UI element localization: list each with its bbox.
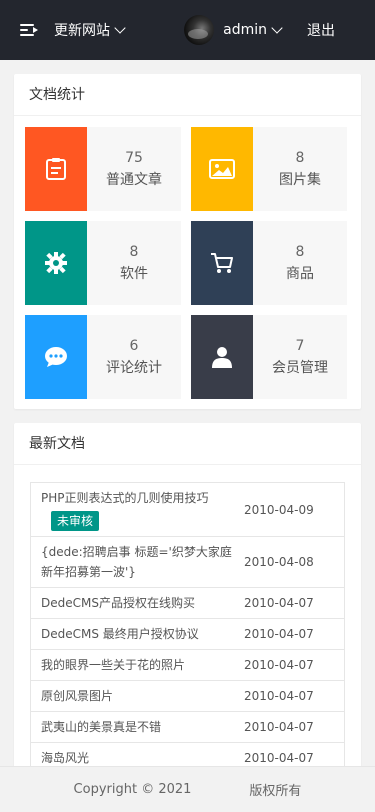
- table-row[interactable]: 我的眼界一些关于花的照片 2010-04-07: [31, 650, 344, 681]
- logout-link[interactable]: 退出: [307, 20, 335, 40]
- site-update-label: 更新网站: [54, 23, 110, 39]
- doc-date: 2010-04-08: [244, 555, 314, 569]
- doc-title-text: 海岛风光: [41, 751, 90, 765]
- doc-title-text: DedeCMS产品授权在线购买: [41, 596, 195, 610]
- table-row[interactable]: DedeCMS产品授权在线购买 2010-04-07: [31, 588, 344, 619]
- stat-count: 75: [125, 150, 143, 166]
- stat-label: 会员管理: [272, 360, 328, 376]
- doc-date: 2010-04-09: [244, 502, 314, 517]
- doc-title-text: DedeCMS 最终用户授权协议: [41, 627, 199, 641]
- username: admin: [223, 22, 267, 38]
- stat-count: 8: [295, 150, 305, 166]
- table-row[interactable]: {dede:招聘启事 标题='织梦大家庭新年招募第一波'} 2010-04-08: [31, 537, 344, 588]
- stats-grid: 75 普通文章 8 图片集 8 软件 8 商品 6 评论统计 7 会员管理: [14, 116, 361, 409]
- doc-title[interactable]: 原创风景图片: [31, 681, 240, 711]
- stat-label: 商品: [286, 266, 314, 282]
- stat-count: 8: [129, 244, 139, 260]
- gear-icon: [25, 221, 87, 305]
- top-header: 更新网站 admin 退出: [0, 0, 375, 60]
- doc-title-text: 武夷山的美景真是不错: [41, 720, 162, 734]
- stat-tile[interactable]: 8 软件: [25, 221, 181, 305]
- doc-title[interactable]: DedeCMS产品授权在线购买: [31, 588, 240, 618]
- table-row[interactable]: DedeCMS 最终用户授权协议 2010-04-07: [31, 619, 344, 650]
- footer: Copyright © 2021 版权所有: [0, 766, 375, 812]
- stat-tile[interactable]: 6 评论统计: [25, 315, 181, 399]
- stats-card-title: 文档统计: [14, 74, 361, 116]
- stat-tile[interactable]: 7 会员管理: [191, 315, 347, 399]
- doc-date: 2010-04-07: [244, 751, 314, 765]
- avatar[interactable]: [184, 15, 215, 45]
- menu-toggle-icon[interactable]: [20, 23, 38, 37]
- doc-title[interactable]: PHP正则表达式的几则使用技巧未审核: [31, 483, 240, 536]
- doc-date: 2010-04-07: [244, 689, 314, 703]
- stat-tile[interactable]: 8 图片集: [191, 127, 347, 211]
- stat-label: 评论统计: [106, 360, 162, 376]
- latest-docs-table: PHP正则表达式的几则使用技巧未审核 2010-04-09 {dede:招聘启事 标…: [30, 482, 345, 774]
- image-icon: [191, 127, 253, 211]
- site-update-menu[interactable]: 更新网站: [54, 20, 126, 40]
- stat-text: 8 商品: [253, 221, 347, 305]
- status-badge: 未审核: [51, 511, 100, 531]
- stat-label: 软件: [120, 266, 148, 282]
- stat-tile[interactable]: 75 普通文章: [25, 127, 181, 211]
- doc-title[interactable]: {dede:招聘启事 标题='织梦大家庭新年招募第一波'}: [31, 537, 240, 587]
- doc-date: 2010-04-07: [244, 658, 314, 672]
- doc-title[interactable]: 武夷山的美景真是不错: [31, 712, 240, 742]
- stat-label: 图片集: [279, 172, 321, 188]
- chevron-down-icon: [114, 22, 126, 34]
- stat-count: 8: [295, 244, 305, 260]
- stat-label: 普通文章: [106, 172, 162, 188]
- user-menu[interactable]: admin: [223, 22, 283, 38]
- doc-title-text: {dede:招聘启事 标题='织梦大家庭新年招募第一波'}: [41, 545, 232, 579]
- copyright-text: Copyright © 2021: [73, 782, 192, 797]
- rights-text: 版权所有: [249, 784, 302, 799]
- table-row[interactable]: 武夷山的美景真是不错 2010-04-07: [31, 712, 344, 743]
- table-row[interactable]: 原创风景图片 2010-04-07: [31, 681, 344, 712]
- doc-date: 2010-04-07: [244, 720, 314, 734]
- doc-title-text: 原创风景图片: [41, 689, 114, 703]
- latest-docs-title: 最新文档: [14, 423, 361, 465]
- stat-count: 6: [129, 338, 139, 354]
- stat-tile[interactable]: 8 商品: [191, 221, 347, 305]
- stat-text: 7 会员管理: [253, 315, 347, 399]
- stat-count: 7: [295, 338, 305, 354]
- doc-title-text: 我的眼界一些关于花的照片: [41, 658, 186, 672]
- stat-text: 8 软件: [87, 221, 181, 305]
- user-icon: [191, 315, 253, 399]
- cart-icon: [191, 221, 253, 305]
- doc-title[interactable]: 我的眼界一些关于花的照片: [31, 650, 240, 680]
- doc-date: 2010-04-07: [244, 627, 314, 641]
- doc-title[interactable]: DedeCMS 最终用户授权协议: [31, 619, 240, 649]
- doc-title-text: PHP正则表达式的几则使用技巧: [41, 491, 209, 505]
- stat-text: 6 评论统计: [87, 315, 181, 399]
- stats-card: 文档统计 75 普通文章 8 图片集 8 软件 8 商品 6 评论统计 7 会员管理: [14, 74, 361, 409]
- doc-date: 2010-04-07: [244, 596, 314, 610]
- clipboard-icon: [25, 127, 87, 211]
- stat-text: 8 图片集: [253, 127, 347, 211]
- chat-icon: [25, 315, 87, 399]
- latest-docs-card: 最新文档 PHP正则表达式的几则使用技巧未审核 2010-04-09 {dede:招…: [14, 423, 361, 812]
- table-row[interactable]: PHP正则表达式的几则使用技巧未审核 2010-04-09: [31, 483, 344, 537]
- stat-text: 75 普通文章: [87, 127, 181, 211]
- chevron-down-icon: [271, 22, 283, 34]
